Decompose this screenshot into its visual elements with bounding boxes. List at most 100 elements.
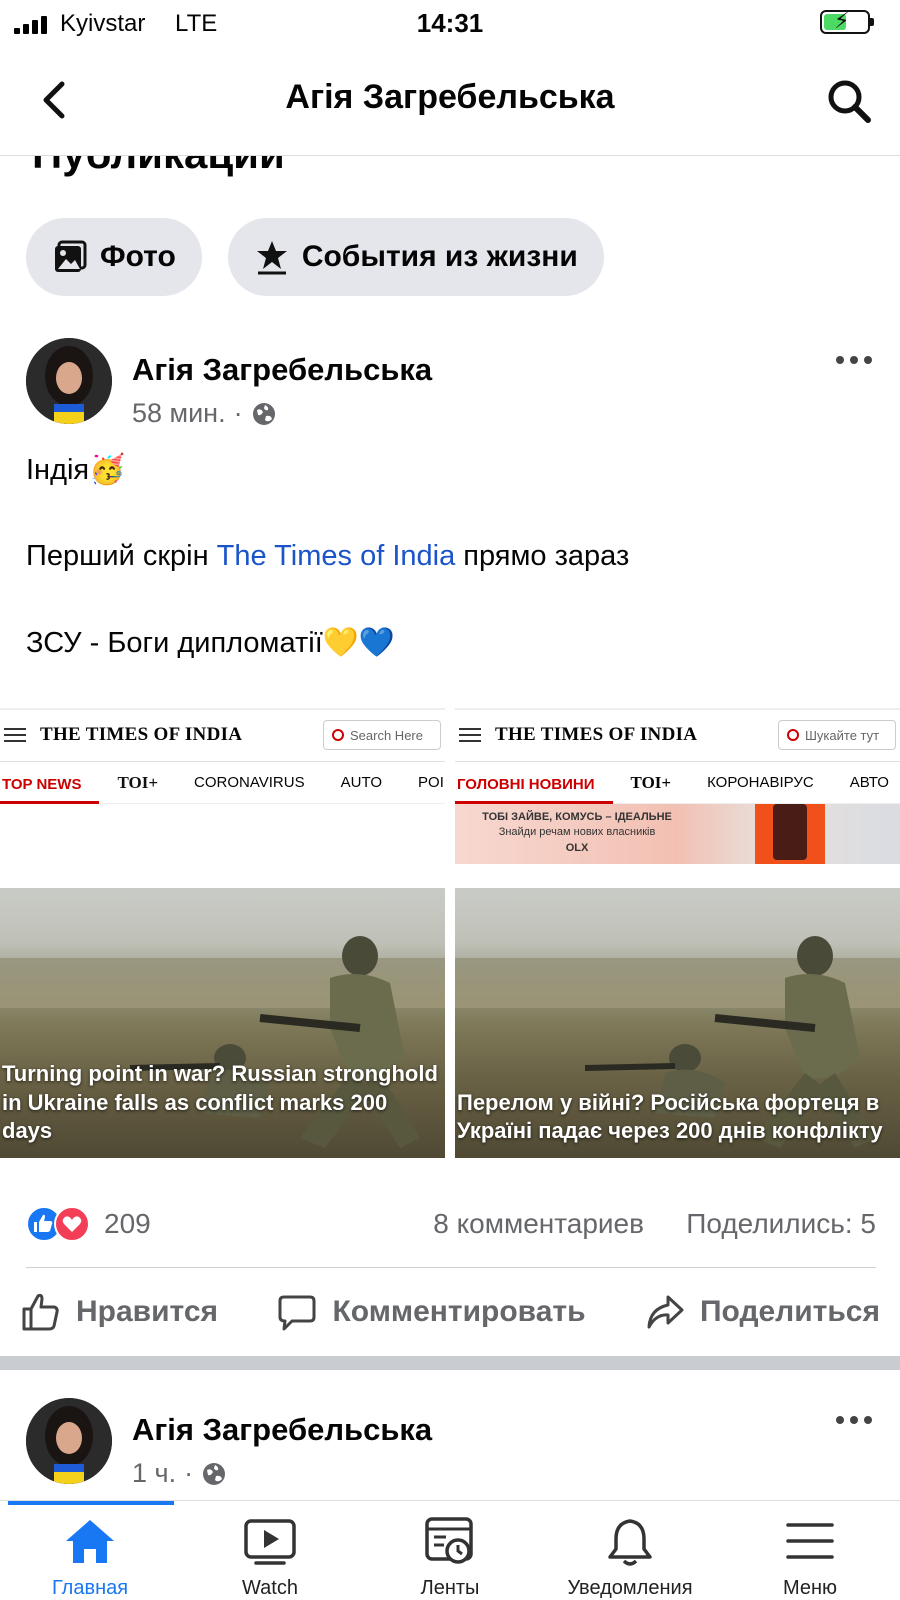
post-author[interactable]: Агія Загребельська: [132, 352, 432, 388]
toi-plus-text: TOI+: [117, 772, 159, 792]
comment-icon: [278, 1295, 316, 1331]
post-meta: 1 ч. ·: [132, 1458, 227, 1489]
reaction-icons[interactable]: [26, 1206, 96, 1242]
life-event-icon: [256, 241, 287, 275]
post-time[interactable]: 58 мин.: [132, 398, 226, 429]
battery-icon: ⚡: [820, 8, 874, 34]
comments-count[interactable]: 8 комментариев: [433, 1208, 644, 1240]
toi-nav-item: TOI+: [630, 772, 672, 792]
more-options-button[interactable]: [836, 352, 876, 368]
toi-nav: TOP NEWS TOI+ CORONAVIRUS AUTO POI: [0, 762, 445, 804]
post-text: Індія🥳 Перший скрін The Times of India п…: [26, 452, 876, 711]
photos-chip[interactable]: Фото: [26, 218, 202, 296]
nav-label: Уведомления: [567, 1577, 693, 1599]
ad-brand: OLX: [565, 841, 589, 854]
toi-nav-item: ГОЛОВНІ НОВИНИ: [455, 776, 613, 804]
search-icon: [332, 729, 344, 741]
more-options-button[interactable]: [836, 1412, 876, 1428]
post-author[interactable]: Агія Загребельська: [132, 1412, 432, 1448]
meta-separator: ·: [184, 1458, 194, 1488]
toi-nav: ГОЛОВНІ НОВИНИ TOI+ КОРОНАВІРУС АВТО: [455, 762, 900, 804]
share-label: Поделиться: [699, 1295, 880, 1328]
news-headline: Перелом у війні? Російська фортеця в Укр…: [457, 1089, 883, 1144]
home-icon: [66, 1520, 114, 1563]
hamburger-icon: [4, 728, 26, 742]
news-headline: Turning point in war? Russian stronghold…: [2, 1061, 438, 1144]
dot-icon: [864, 356, 872, 364]
divider: [26, 1267, 876, 1268]
toi-search-text: Search Here: [350, 727, 423, 743]
ad-banner: ТОБІ ЗАЙВЕ, КОМУСЬ – ІДЕАЛЬНЕ Знайди реч…: [455, 804, 900, 864]
toi-logo: THE TIMES OF INDIA: [40, 724, 243, 745]
ad-text: ТОБІ ЗАЙВЕ, КОМУСЬ – ІДЕАЛЬНЕ Знайди реч…: [467, 810, 687, 856]
toi-header: THE TIMES OF INDIA Шукайте тут: [455, 710, 900, 762]
shares-count[interactable]: Поделились: 5: [686, 1208, 876, 1240]
avatar[interactable]: [26, 338, 112, 424]
toi-nav-item: АВТО: [849, 774, 889, 791]
bell-icon: [608, 1519, 652, 1566]
photo-icon: [55, 240, 87, 272]
post-actions: Нравится Комментировать Поделиться: [20, 1282, 880, 1342]
search-icon: [787, 729, 799, 741]
watch-icon: [244, 1519, 296, 1565]
toi-nav-item: TOP NEWS: [0, 776, 100, 804]
love-reaction-icon: [54, 1206, 90, 1242]
nav-label: Watch: [242, 1577, 298, 1599]
search-icon: [828, 80, 871, 123]
status-bar: Kyivstar LTE 14:31 ⚡: [0, 0, 900, 48]
post-images: THE TIMES OF INDIA Search Here TOP NEWS …: [0, 708, 900, 1158]
ad-headline: ТОБІ ЗАЙВЕ, КОМУСЬ – ІДЕАЛЬНЕ: [482, 811, 672, 823]
avatar[interactable]: [26, 1398, 112, 1484]
globe-icon: [252, 402, 275, 425]
filter-chips: Фото События из жизни: [26, 218, 604, 296]
reactions-row: 209 8 комментариев Поделились: 5: [26, 1200, 876, 1250]
post-line: Індія🥳: [26, 454, 126, 486]
post-line: Перший скрін The Times of India прямо за…: [26, 538, 876, 574]
post-image-english[interactable]: THE TIMES OF INDIA Search Here TOP NEWS …: [0, 708, 445, 1158]
reactions-count[interactable]: 209: [104, 1208, 151, 1240]
toi-nav-item: КОРОНАВІРУС: [707, 774, 814, 791]
post-header: Агія Загребельська 58 мин. ·: [26, 338, 876, 428]
mention-link[interactable]: The Times of India: [217, 540, 456, 572]
nav-label: Ленты: [420, 1577, 480, 1599]
nav-feeds[interactable]: Ленты: [360, 1501, 540, 1600]
post-header: Агія Загребельська 1 ч. ·: [26, 1398, 876, 1488]
page-header: Агія Загребельська: [0, 48, 900, 156]
toi-nav-item: CORONAVIRUS: [194, 774, 305, 791]
nav-menu[interactable]: Меню: [720, 1501, 900, 1600]
nav-home[interactable]: Главная: [0, 1501, 180, 1600]
toi-nav-item: POI: [418, 774, 444, 791]
clock: 14:31: [416, 8, 484, 38]
nav-notifications[interactable]: Уведомления: [540, 1501, 720, 1600]
bottom-nav: Главная Watch Ленты Уведомления Меню: [0, 1500, 900, 1600]
meta-separator: ·: [233, 398, 243, 428]
text-span: Перший скрін: [26, 540, 217, 573]
chip-label: Фото: [100, 240, 176, 273]
thumbs-up-icon: [22, 1293, 59, 1331]
like-label: Нравится: [76, 1295, 219, 1328]
feeds-icon: [425, 1517, 473, 1564]
search-button[interactable]: [824, 76, 874, 126]
share-icon: [647, 1295, 684, 1329]
chip-label: События из жизни: [301, 240, 578, 273]
hamburger-icon: [459, 728, 481, 742]
post-time[interactable]: 1 ч.: [132, 1458, 176, 1489]
post-line: ЗСУ - Боги дипломатії💛💙: [26, 626, 395, 659]
toi-logo: THE TIMES OF INDIA: [495, 724, 698, 745]
ad-subline: Знайди речам нових власників: [498, 826, 656, 839]
life-events-chip[interactable]: События из жизни: [227, 218, 604, 296]
page-title: Агія Загребельська: [285, 78, 615, 116]
post-image-ukrainian[interactable]: THE TIMES OF INDIA Шукайте тут ГОЛОВНІ Н…: [455, 708, 900, 1158]
comment-button[interactable]: Комментировать: [276, 1291, 586, 1333]
like-button[interactable]: Нравится: [20, 1291, 218, 1333]
share-button[interactable]: Поделиться: [644, 1291, 880, 1333]
feed-separator: [0, 1356, 900, 1370]
menu-icon: [786, 1523, 834, 1559]
dot-icon: [864, 1416, 872, 1424]
toi-search: Search Here: [323, 720, 441, 750]
post-meta: 58 мин. ·: [132, 398, 277, 429]
nav-label: Меню: [782, 1577, 838, 1599]
nav-label: Главная: [51, 1577, 129, 1599]
dot-icon: [836, 1416, 844, 1424]
nav-watch[interactable]: Watch: [180, 1501, 360, 1600]
